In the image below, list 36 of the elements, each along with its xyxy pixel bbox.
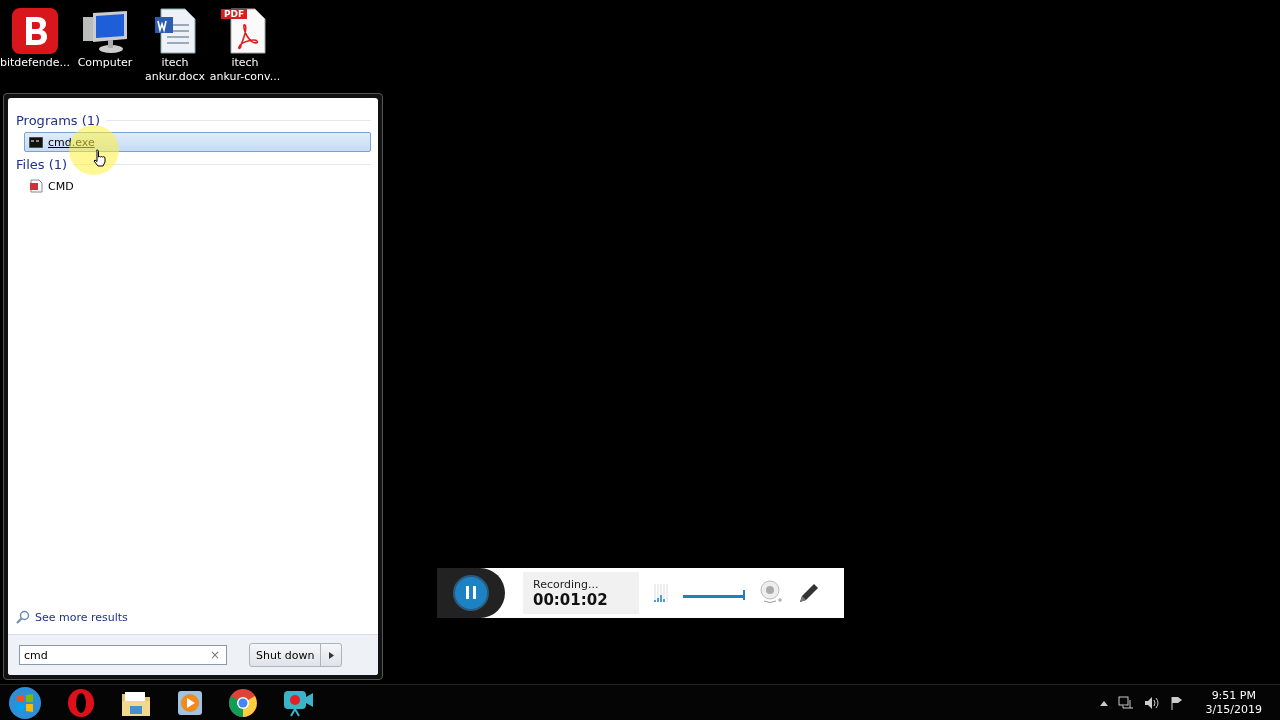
audio-level-icon xyxy=(653,582,669,604)
clock-date[interactable]: 3/15/2019 xyxy=(1205,703,1262,717)
video-camera-icon[interactable] xyxy=(282,688,314,718)
start-button[interactable] xyxy=(8,686,42,720)
volume-slider[interactable] xyxy=(683,588,745,598)
icon-label[interactable]: itech ankur-conv... xyxy=(209,56,281,84)
clock-time[interactable]: 9:51 PM xyxy=(1211,689,1256,703)
recording-status: Recording... xyxy=(533,577,600,591)
hand-cursor-icon xyxy=(93,149,107,167)
icon-label[interactable]: bitdefende... xyxy=(0,56,70,70)
pause-button[interactable] xyxy=(453,575,489,611)
see-more-results-link[interactable]: See more results xyxy=(35,610,128,624)
arrow-right-icon[interactable] xyxy=(328,651,334,659)
clear-button[interactable]: × xyxy=(209,648,220,662)
result-item[interactable]: CMD xyxy=(24,176,371,196)
result-item[interactable]: cmd.exe xyxy=(24,132,371,152)
icon-label[interactable]: Computer xyxy=(77,56,133,70)
flag-icon[interactable] xyxy=(1169,696,1184,710)
word-document-icon xyxy=(153,7,197,55)
section-header: Programs (1) xyxy=(16,112,101,128)
network-icon[interactable] xyxy=(1117,696,1134,710)
search-field[interactable]: cmd × xyxy=(19,645,227,665)
shield-letter-icon xyxy=(11,7,59,55)
media-player-icon[interactable] xyxy=(176,689,204,717)
opera-icon[interactable] xyxy=(66,688,96,718)
chrome-icon[interactable] xyxy=(228,688,258,718)
recording-timer: 00:01:02 xyxy=(533,590,609,609)
section-header: Files (1) xyxy=(16,156,68,172)
search-icon xyxy=(16,610,30,624)
pdf-badge: PDF xyxy=(221,9,248,19)
pencil-icon[interactable] xyxy=(797,581,821,605)
icon-label[interactable]: itech ankur.docx xyxy=(145,56,205,84)
console-icon xyxy=(29,136,43,148)
show-hidden-icons-button[interactable] xyxy=(1099,700,1108,706)
document-icon xyxy=(29,179,43,193)
speaker-icon[interactable] xyxy=(1143,696,1160,710)
